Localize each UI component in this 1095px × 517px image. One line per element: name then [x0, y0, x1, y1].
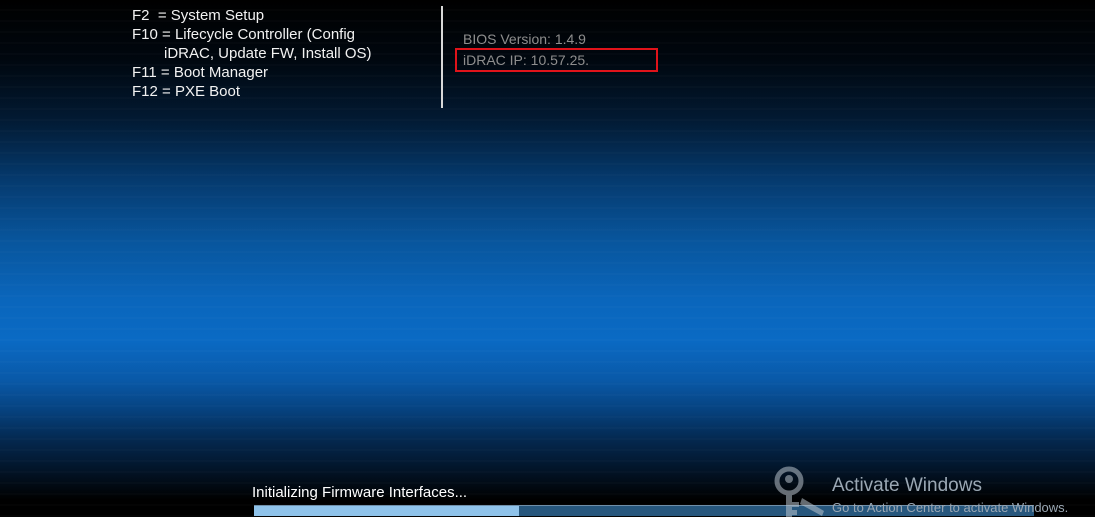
menu-item-pxe-boot: F12 = PXE Boot	[132, 83, 240, 100]
key-icon	[774, 466, 824, 517]
bios-version: BIOS Version: 1.4.9	[463, 31, 586, 47]
progress-fill	[254, 506, 520, 516]
status-text: Initializing Firmware Interfaces...	[252, 484, 468, 501]
menu-item-lifecycle-controller-detail: iDRAC, Update FW, Install OS)	[164, 45, 372, 62]
menu-item-system-setup: F2 = System Setup	[132, 7, 265, 24]
activate-windows-subtitle: Go to Action Center to activate Windows.	[832, 500, 1069, 515]
idrac-ip-highlight-box	[455, 48, 658, 72]
activate-windows-title: Activate Windows	[832, 475, 982, 496]
boot-key-menu: F2 = System Setup F10 = Lifecycle Contro…	[132, 6, 372, 101]
menu-item-boot-manager: F11 = Boot Manager	[132, 64, 269, 81]
vertical-divider	[441, 6, 443, 108]
menu-item-lifecycle-controller: F10 = Lifecycle Controller (Config	[132, 26, 356, 43]
